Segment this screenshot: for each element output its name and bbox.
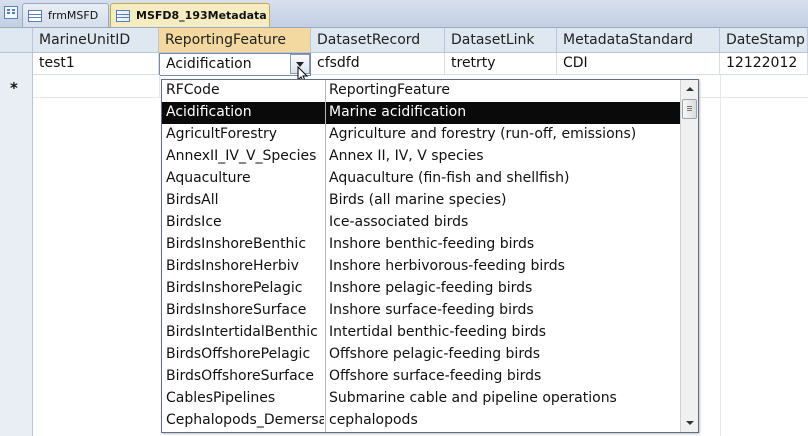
dropdown-item[interactable]: BirdsOffshoreSurface Offshore surface-fee… — [162, 366, 680, 388]
dropdown-item[interactable]: BirdsInshoreHerbiv Inshore herbivorous-fe… — [162, 256, 680, 278]
cell-datestamp[interactable]: 12122012 — [720, 53, 808, 75]
new-record-marker: * — [10, 79, 18, 97]
dropdown-item[interactable]: Acidification Marine acidification — [162, 102, 680, 124]
dropdown-item-description: Inshore herbivorous-feeding birds — [329, 258, 565, 274]
column-header-datestamp[interactable]: DateStamp — [720, 28, 808, 53]
object-tab-bar: frmMSFD MSFD8_193Metadata — [0, 0, 808, 28]
dropdown-item-code: Cephalopods_Demersal — [166, 412, 324, 428]
tab-frmMSFD[interactable]: frmMSFD — [22, 3, 109, 27]
navigation-pane-icon[interactable] — [4, 6, 18, 19]
dropdown-item-code: BirdsInshoreSurface — [166, 302, 307, 318]
dropdown-item-description: Inshore benthic-feeding birds — [329, 236, 535, 252]
dropdown-item-description: Aquaculture (fin-fish and shellfish) — [329, 170, 570, 186]
record-selector-column[interactable] — [0, 53, 33, 436]
column-divider — [159, 75, 160, 97]
column-header-datasetrecord[interactable]: DatasetRecord — [311, 28, 445, 53]
dropdown-item-description: Intertidal benthic-feeding birds — [329, 324, 547, 340]
dropdown-item-description: Offshore pelagic-feeding birds — [329, 346, 541, 362]
dropdown-item-code: BirdsAll — [166, 192, 219, 208]
scroll-thumb[interactable] — [682, 99, 697, 119]
column-header-datasetlink[interactable]: DatasetLink — [445, 28, 557, 53]
cell-datasetrecord[interactable]: cfsdfd — [311, 53, 445, 75]
dropdown-column-separator — [325, 80, 326, 432]
dropdown-item-code: AgricultForestry — [166, 126, 278, 142]
column-header-reportingfeature[interactable]: ReportingFeature — [159, 28, 311, 53]
dropdown-item[interactable]: BirdsInshorePelagic Inshore pelagic-feedi… — [162, 278, 680, 300]
tab-label: MSFD8_193Metadata — [136, 9, 267, 22]
column-header-metadatastandard[interactable]: MetadataStandard — [557, 28, 720, 53]
dropdown-item-code: BirdsInshoreHerbiv — [166, 258, 299, 274]
dropdown-header-row: RFCode ReportingFeature — [162, 80, 680, 102]
reportingfeature-dropdown-list[interactable]: RFCode ReportingFeature Acidification Mar… — [161, 79, 699, 433]
dropdown-item[interactable]: BirdsIntertidalBenthic Intertidal benthic… — [162, 322, 680, 344]
dropdown-item-description: Inshore pelagic-feeding birds — [329, 280, 533, 296]
cell-marineunitid[interactable]: test1 — [33, 53, 159, 75]
table-icon — [116, 9, 130, 22]
dropdown-item-code: BirdsOffshorePelagic — [166, 346, 311, 362]
dropdown-item-code: Acidification — [166, 104, 252, 120]
dropdown-item-code: BirdsInshorePelagic — [166, 280, 303, 296]
select-all-corner[interactable] — [0, 28, 33, 53]
dropdown-item[interactable]: AnnexII_IV_V_Species Annex II, IV, V spec… — [162, 146, 680, 168]
dropdown-item[interactable]: BirdsIce Ice-associated birds — [162, 212, 680, 234]
cell-metadatastandard[interactable]: CDI — [557, 53, 720, 75]
dropdown-item-description: Offshore surface-feeding birds — [329, 368, 542, 384]
dropdown-item-code: AnnexII_IV_V_Species — [166, 148, 317, 164]
dropdown-item[interactable]: BirdsAll Birds (all marine species) — [162, 190, 680, 212]
dropdown-item[interactable]: BirdsOffshorePelagic Offshore pelagic-fee… — [162, 344, 680, 366]
scroll-up-arrow-icon[interactable] — [681, 80, 698, 98]
dropdown-item-description: Agriculture and forestry (run-off, emiss… — [329, 126, 637, 142]
dropdown-scrollbar[interactable] — [680, 80, 698, 432]
dropdown-item[interactable]: AgricultForestry Agriculture and forestry… — [162, 124, 680, 146]
dropdown-item-description: cephalopods — [329, 412, 418, 428]
dropdown-item[interactable]: BirdsInshoreBenthic Inshore benthic-feedi… — [162, 234, 680, 256]
column-divider — [720, 75, 721, 436]
dropdown-item[interactable]: Cephalopods_Demersal cephalopods — [162, 410, 680, 432]
reportingfeature-combo[interactable]: Acidification — [159, 53, 311, 76]
tab-label: frmMSFD — [48, 9, 99, 22]
dropdown-header-rfcode: RFCode — [166, 82, 220, 98]
dropdown-item-description: Submarine cable and pipeline operations — [329, 390, 617, 406]
tab-MSFD8_193Metadata[interactable]: MSFD8_193Metadata — [110, 3, 270, 27]
dropdown-item[interactable]: CablesPipelines Submarine cable and pipel… — [162, 388, 680, 410]
form-icon — [28, 9, 42, 22]
dropdown-item-code: CablesPipelines — [166, 390, 276, 406]
dropdown-item-description: Marine acidification — [329, 104, 467, 120]
cell-datasetlink[interactable]: tretrty — [445, 53, 557, 75]
dropdown-item-description: Inshore surface-feeding birds — [329, 302, 534, 318]
dropdown-item-description: Annex II, IV, V species — [329, 148, 484, 164]
dropdown-item[interactable]: Aquaculture Aquaculture (fin-fish and she… — [162, 168, 680, 190]
dropdown-item-code: BirdsOffshoreSurface — [166, 368, 314, 384]
dropdown-item-description: Ice-associated birds — [329, 214, 469, 230]
dropdown-item-code: BirdsIntertidalBenthic — [166, 324, 318, 340]
column-header-marineunitid[interactable]: MarineUnitID — [33, 28, 159, 53]
dropdown-item-description: Birds (all marine species) — [329, 192, 507, 208]
dropdown-item[interactable]: BirdsInshoreSurface Inshore surface-feedi… — [162, 300, 680, 322]
dropdown-item-code: Aquaculture — [166, 170, 251, 186]
dropdown-item-code: BirdsIce — [166, 214, 222, 230]
dropdown-item-code: BirdsInshoreBenthic — [166, 236, 307, 252]
dropdown-header-reportingfeature: ReportingFeature — [329, 82, 450, 98]
scroll-down-arrow-icon[interactable] — [681, 414, 698, 432]
